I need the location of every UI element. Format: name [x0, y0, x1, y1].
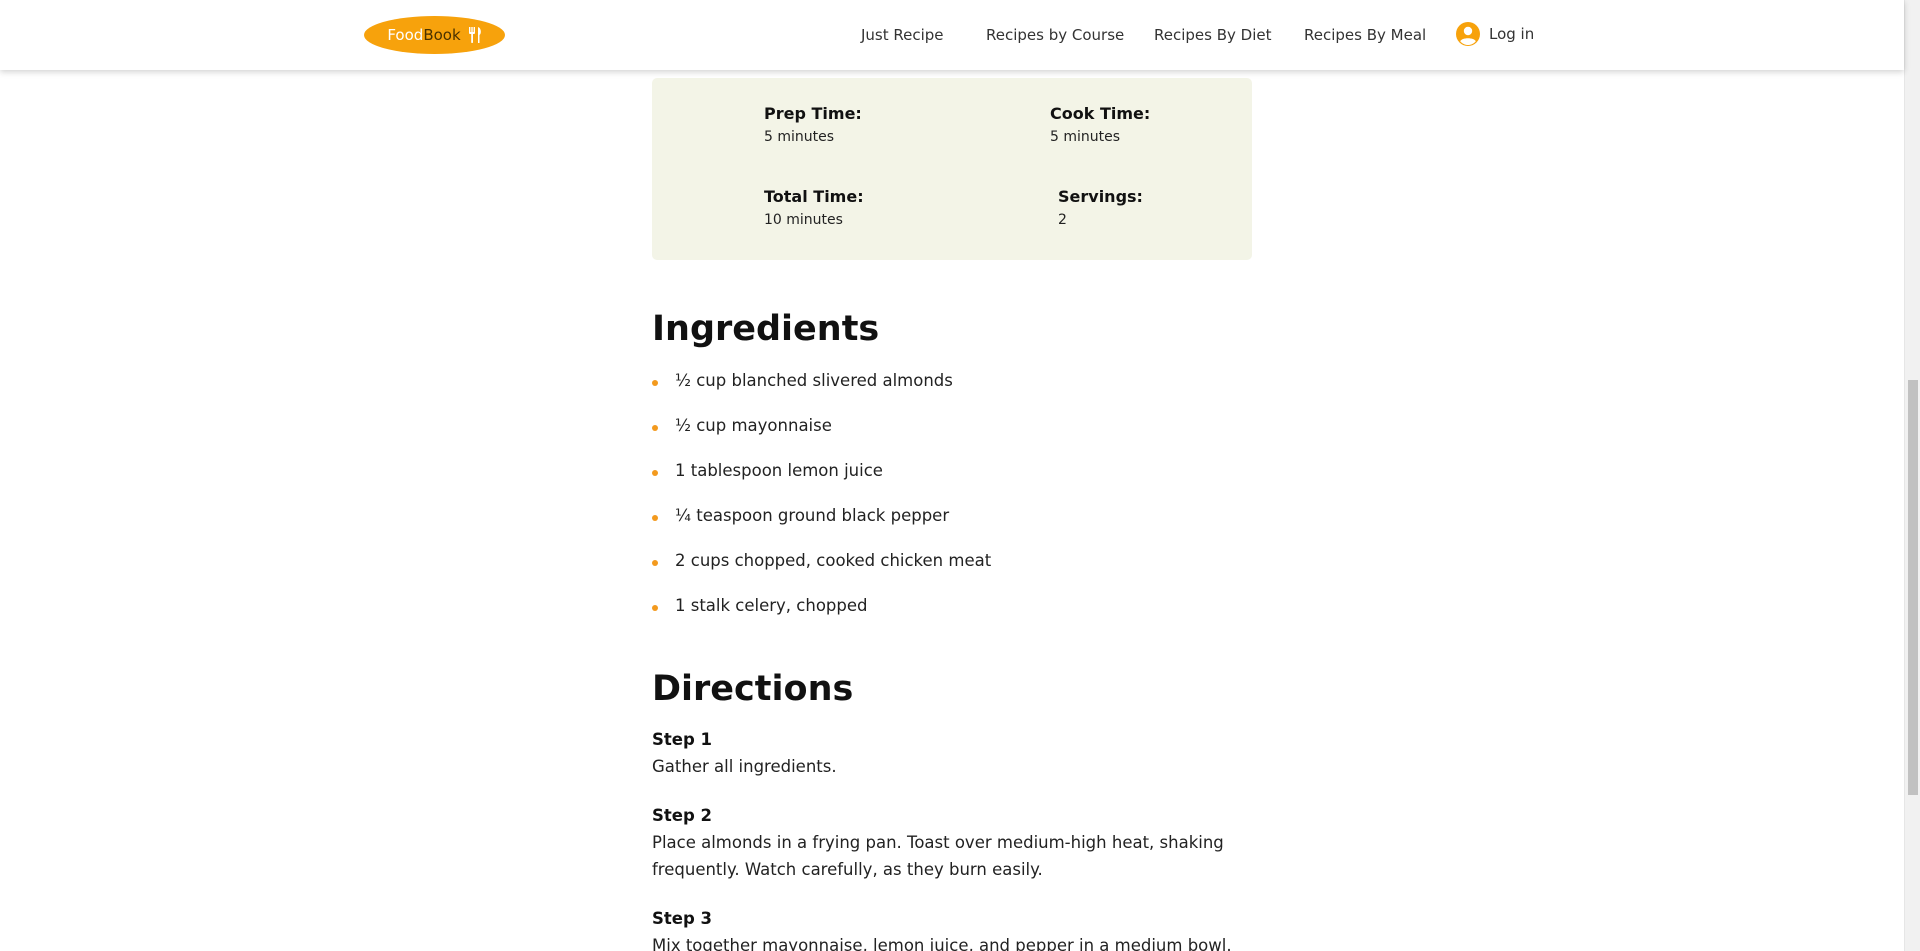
page: Food Book Just Recipe Recipes by Course R…: [0, 0, 1920, 951]
step-title: Step 3: [652, 909, 712, 928]
servings: Servings: 2: [1058, 185, 1143, 231]
direction-step: Step 2 Place almonds in a frying pan. To…: [652, 803, 1272, 883]
bullet-icon: [652, 515, 658, 521]
ingredient-text: 2 cups chopped, cooked chicken meat: [675, 551, 992, 570]
bullet-icon: [652, 380, 658, 386]
ingredient-item: ½ cup mayonnaise: [652, 412, 991, 457]
cook-time-value: 5 minutes: [1050, 129, 1121, 145]
ingredient-text: 1 stalk celery, chopped: [675, 596, 868, 615]
ingredients-list: ½ cup blanched slivered almonds ½ cup ma…: [652, 367, 991, 637]
step-text: Place almonds in a frying pan. Toast ove…: [652, 833, 1224, 879]
step-title: Step 2: [652, 806, 712, 825]
top-navbar: Food Book Just Recipe Recipes by Course R…: [0, 0, 1904, 70]
bullet-icon: [652, 605, 658, 611]
page-scrollbar[interactable]: [1904, 0, 1920, 951]
nav-recipes-by-course[interactable]: Recipes by Course: [986, 24, 1124, 46]
ingredient-text: ¼ teaspoon ground black pepper: [675, 506, 950, 525]
ingredients-heading: Ingredients: [652, 309, 880, 349]
directions-heading: Directions: [652, 669, 854, 709]
login-label: Log in: [1489, 25, 1535, 43]
total-time-label: Total Time:: [764, 187, 864, 206]
nav-just-recipe[interactable]: Just Recipe: [861, 24, 944, 46]
ingredient-item: 2 cups chopped, cooked chicken meat: [652, 547, 991, 592]
cook-time-label: Cook Time:: [1050, 104, 1151, 123]
servings-value: 2: [1058, 212, 1067, 228]
prep-time-value: 5 minutes: [764, 129, 835, 145]
prep-time-label: Prep Time:: [764, 104, 862, 123]
step-text: Gather all ingredients.: [652, 757, 837, 776]
cook-time: Cook Time: 5 minutes: [1050, 102, 1150, 148]
ingredient-text: 1 tablespoon lemon juice: [675, 461, 883, 480]
nav-recipes-by-diet[interactable]: Recipes By Diet: [1154, 24, 1272, 46]
ingredient-item: ¼ teaspoon ground black pepper: [652, 502, 991, 547]
bullet-icon: [652, 425, 658, 431]
ingredient-item: 1 stalk celery, chopped: [652, 592, 991, 637]
ingredient-item: 1 tablespoon lemon juice: [652, 457, 991, 502]
servings-label: Servings:: [1058, 187, 1143, 206]
recipe-info-box: Prep Time: 5 minutes Cook Time: 5 minute…: [652, 78, 1252, 260]
bullet-icon: [652, 560, 658, 566]
directions-steps: Step 1 Gather all ingredients. Step 2 Pl…: [652, 727, 1272, 951]
step-title: Step 1: [652, 730, 712, 749]
scrollbar-thumb[interactable]: [1908, 380, 1918, 795]
ingredient-text: ½ cup blanched slivered almonds: [675, 371, 953, 390]
direction-step: Step 3 Mix together mayonnaise, lemon ju…: [652, 906, 1272, 951]
ingredient-item: ½ cup blanched slivered almonds: [652, 367, 991, 412]
step-text: Mix together mayonnaise, lemon juice, an…: [652, 936, 1232, 951]
nav-recipes-by-meal[interactable]: Recipes By Meal: [1304, 24, 1426, 46]
login-link[interactable]: Log in: [1456, 22, 1534, 46]
total-time-value: 10 minutes: [764, 212, 843, 228]
total-time: Total Time: 10 minutes: [764, 185, 864, 231]
prep-time: Prep Time: 5 minutes: [764, 102, 862, 148]
bullet-icon: [652, 470, 658, 476]
user-circle-icon: [1456, 22, 1480, 46]
nav-links: Just Recipe Recipes by Course Recipes By…: [0, 24, 1904, 46]
direction-step: Step 1 Gather all ingredients.: [652, 727, 1272, 780]
ingredient-text: ½ cup mayonnaise: [675, 416, 832, 435]
